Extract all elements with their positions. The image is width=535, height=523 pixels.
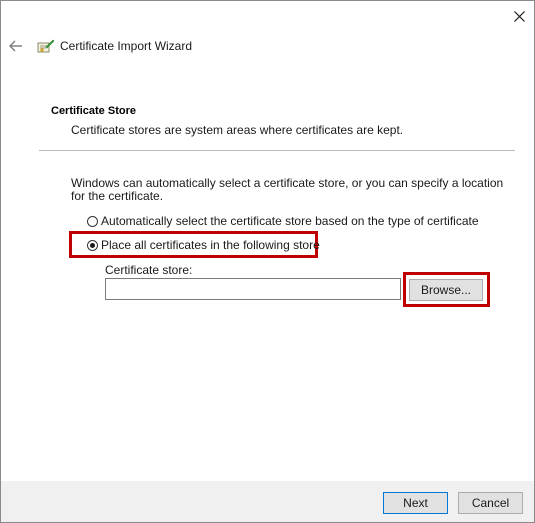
close-icon xyxy=(513,10,525,22)
certificate-wizard-icon xyxy=(37,39,55,53)
certificate-store-input[interactable] xyxy=(105,278,401,300)
close-button[interactable] xyxy=(503,1,535,31)
wizard-footer xyxy=(1,481,534,522)
manual-store-radio[interactable] xyxy=(87,239,98,251)
auto-select-option[interactable]: Automatically select the certificate sto… xyxy=(87,214,479,228)
next-button[interactable]: Next xyxy=(383,492,448,514)
certificate-import-wizard-window: Certificate Import Wizard Certificate St… xyxy=(0,0,535,523)
cancel-button[interactable]: Cancel xyxy=(458,492,523,514)
back-button[interactable] xyxy=(5,35,27,57)
wizard-title: Certificate Import Wizard xyxy=(60,39,193,53)
header-separator xyxy=(39,150,515,151)
back-arrow-icon xyxy=(9,40,22,52)
manual-store-label[interactable]: Place all certificates in the following … xyxy=(101,238,320,252)
manual-store-option[interactable]: Place all certificates in the following … xyxy=(87,238,320,252)
section-heading: Certificate Store xyxy=(51,105,136,117)
certificate-store-label: Certificate store: xyxy=(105,263,193,277)
section-description: Certificate stores are system areas wher… xyxy=(71,123,404,137)
auto-select-radio[interactable] xyxy=(87,215,98,227)
auto-select-label[interactable]: Automatically select the certificate sto… xyxy=(101,214,479,228)
explanation-text: Windows can automatically select a certi… xyxy=(71,176,504,203)
browse-button[interactable]: Browse... xyxy=(409,279,483,301)
